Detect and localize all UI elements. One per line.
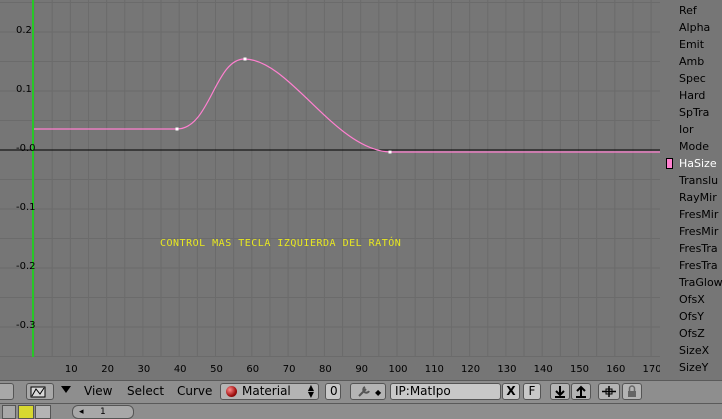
copy-down-arrow-icon xyxy=(555,386,565,398)
y-tick-label: -0.3 xyxy=(16,320,36,331)
channel-color-swatch[interactable] xyxy=(666,158,673,169)
channel-translu[interactable]: Translu xyxy=(679,174,718,187)
ipo-name-field[interactable]: IP:MatIpo xyxy=(390,383,501,400)
current-frame-field[interactable]: ◂ 1 xyxy=(72,405,134,419)
x-tick-label: 70 xyxy=(282,364,296,375)
timeline-icon-button[interactable] xyxy=(18,405,34,419)
channel-ofsx[interactable]: OfsX xyxy=(679,293,705,306)
curve-keyframe-point xyxy=(175,127,179,131)
ipo-browse-button[interactable]: ◆ xyxy=(350,383,386,400)
ipo-graph-icon xyxy=(30,386,46,398)
close-icon: X xyxy=(506,384,516,398)
y-tick-label: -0.2 xyxy=(16,261,36,272)
view-all-crosshair-icon xyxy=(602,386,616,397)
y-tick-label: 0.1 xyxy=(16,84,32,95)
channel-traglow[interactable]: TraGlow xyxy=(679,276,722,289)
channel-list[interactable]: Ref Alpha Emit Amb Spec Hard SpTra Ior Mode HaSiz… xyxy=(660,0,722,380)
x-tick-label: 80 xyxy=(319,364,332,375)
channel-mode[interactable]: Mode xyxy=(679,140,709,153)
x-tick-label: 90 xyxy=(355,364,369,375)
x-tick-label: 10 xyxy=(64,364,78,375)
ipo-graph[interactable]: CONTROL MAS TECLA IZQUIERDA DEL RATÓN 0.… xyxy=(0,0,660,380)
x-tick-label: 170 xyxy=(642,364,660,375)
channel-fresmir[interactable]: FresMir xyxy=(679,208,718,221)
annotation-text: CONTROL MAS TECLA IZQUIERDA DEL RATÓN xyxy=(160,238,402,249)
x-tick-label: 40 xyxy=(173,364,187,375)
unlink-ipo-button[interactable]: X xyxy=(502,383,520,400)
x-tick-label: 150 xyxy=(569,364,590,375)
view-menu[interactable]: View xyxy=(84,384,112,398)
select-arrows-icon: ▲ ▼ xyxy=(307,383,314,399)
x-tick-label: 160 xyxy=(606,364,626,375)
channel-sizey[interactable]: SizeY xyxy=(679,361,708,374)
channel-alpha[interactable]: Alpha xyxy=(679,21,710,34)
x-tick-label: 50 xyxy=(210,364,223,375)
x-tick-label: 30 xyxy=(137,364,151,375)
curve-keyframe-point xyxy=(388,150,392,154)
y-tick-label: -0.0 xyxy=(16,143,36,154)
svg-text:◆: ◆ xyxy=(375,388,382,397)
channel-sizex[interactable]: SizeX xyxy=(679,344,709,357)
x-tick-label: 130 xyxy=(497,364,517,375)
channel-frestra[interactable]: FresTra xyxy=(679,242,718,255)
ipo-header: View Select Curve Material ▲ ▼ 0 ◆ IP:Mat… xyxy=(0,380,722,403)
channel-amb[interactable]: Amb xyxy=(679,55,704,68)
channel-emit[interactable]: Emit xyxy=(679,38,704,51)
lock-icon xyxy=(628,385,636,397)
x-tick-label: 120 xyxy=(461,364,481,375)
y-tick-label: -0.1 xyxy=(16,202,36,213)
channel-raymir[interactable]: RayMir xyxy=(679,191,717,204)
ipo-type-select[interactable]: Material ▲ ▼ xyxy=(220,383,319,400)
channel-fresmir[interactable]: FresMir xyxy=(679,225,718,238)
channel-ofsy[interactable]: OfsY xyxy=(679,310,704,323)
channel-ior[interactable]: Ior xyxy=(679,123,694,136)
ipo-name-value: IP:MatIpo xyxy=(395,384,451,398)
timeline-view-button[interactable] xyxy=(35,405,51,419)
ipo-graph-canvas[interactable] xyxy=(0,0,660,380)
x-tick-label: 110 xyxy=(424,364,444,375)
channel-sptra[interactable]: SpTra xyxy=(679,106,709,119)
fake-user-label: F xyxy=(528,384,536,398)
channel-frestra[interactable]: FresTra xyxy=(679,259,718,272)
timeline-header-strip: ◂ 1 xyxy=(0,403,722,419)
x-tick-label: 60 xyxy=(246,364,260,375)
x-tick-label: 20 xyxy=(101,364,114,375)
y-tick-label: 0.2 xyxy=(16,25,32,36)
curve-menu[interactable]: Curve xyxy=(177,384,212,398)
window-type-button-bottom[interactable] xyxy=(2,405,16,419)
channel-spec[interactable]: Spec xyxy=(679,72,706,85)
channel-hasize[interactable]: HaSize xyxy=(679,157,717,170)
frame-left-arrow-icon: ◂ xyxy=(79,407,84,417)
editor-type-button[interactable] xyxy=(26,383,54,400)
ipo-type-label: Material xyxy=(242,384,291,398)
current-frame-value: 1 xyxy=(100,407,106,417)
material-sphere-icon xyxy=(226,386,237,397)
channel-ref[interactable]: Ref xyxy=(679,4,697,17)
block-index-value: 0 xyxy=(330,384,338,398)
select-menu[interactable]: Select xyxy=(127,384,164,398)
lock-view-button[interactable] xyxy=(622,383,642,400)
curve-keyframe-point xyxy=(243,57,247,61)
channel-ofsz[interactable]: OfsZ xyxy=(679,327,705,340)
block-index-field[interactable]: 0 xyxy=(325,383,341,400)
menu-collapse-triangle-icon[interactable] xyxy=(61,386,71,393)
ipo-curve xyxy=(34,58,660,153)
copy-to-buffer-button[interactable] xyxy=(550,383,570,400)
wrench-icon: ◆ xyxy=(358,386,382,397)
x-tick-label: 100 xyxy=(388,364,408,375)
view-all-button[interactable] xyxy=(598,383,620,400)
x-tick-label: 140 xyxy=(533,364,553,375)
paste-from-buffer-button[interactable] xyxy=(571,383,591,400)
paste-up-arrow-icon xyxy=(576,385,586,398)
channel-hard[interactable]: Hard xyxy=(679,89,705,102)
fake-user-button[interactable]: F xyxy=(523,383,541,400)
window-type-button[interactable] xyxy=(0,383,14,400)
